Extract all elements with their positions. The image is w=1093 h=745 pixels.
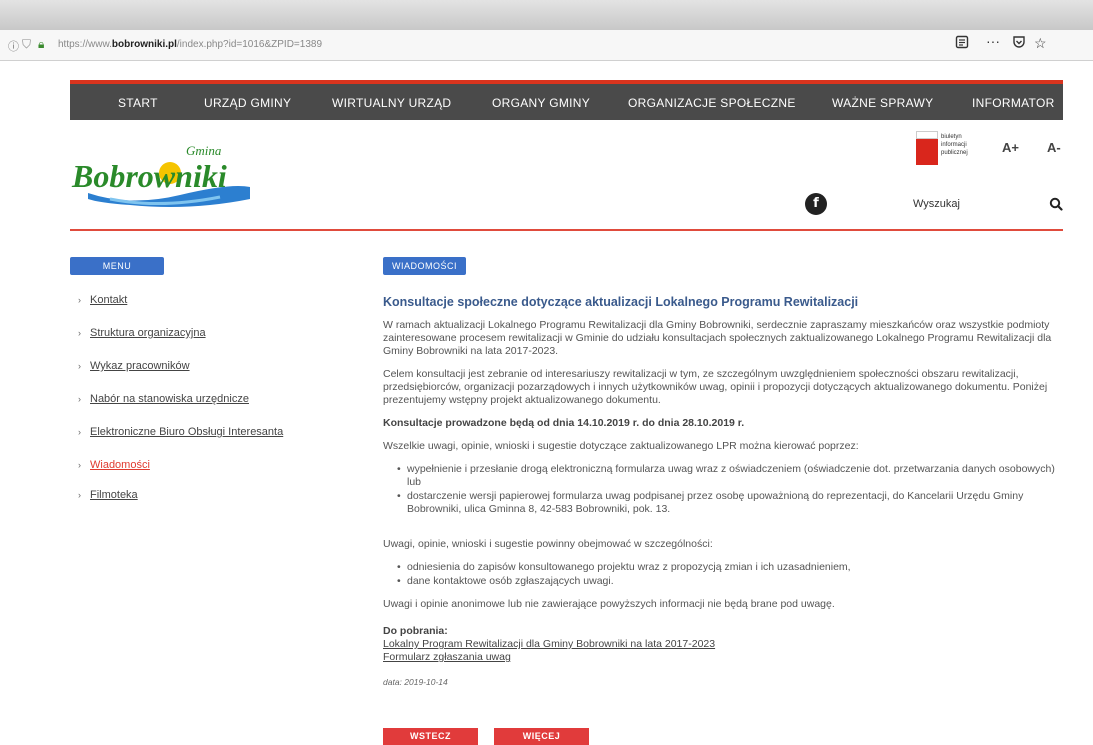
chevron-right-icon: › <box>78 361 81 371</box>
sidebar-item-wykaz-pracownikow[interactable]: › Wykaz pracowników <box>78 360 190 372</box>
search-input[interactable]: Wyszukaj <box>913 198 960 210</box>
facebook-icon[interactable]: f <box>805 193 827 215</box>
list-item: dane kontaktowe osób zgłaszających uwagi… <box>397 575 1063 588</box>
sidebar-item-struktura[interactable]: › Struktura organizacyjna <box>78 327 206 339</box>
bip-badge[interactable]: biuletyn informacji publicznej <box>916 131 978 167</box>
search-icon[interactable] <box>1049 197 1063 211</box>
list-item: wypełnienie i przesłanie drogą elektroni… <box>397 463 1063 489</box>
sidebar-item-kontakt[interactable]: › Kontakt <box>78 294 127 306</box>
logo-name: Bobrowniki <box>71 158 227 194</box>
nav-item-start[interactable]: START <box>118 96 158 110</box>
chevron-right-icon: › <box>78 295 81 305</box>
sidebar-item-nabor[interactable]: › Nabór na stanowiska urzędnicze <box>78 393 249 405</box>
article-paragraph: Uwagi i opinie anonimowe lub nie zawiera… <box>383 598 835 610</box>
tracking-shield-icon[interactable]: ⛉ <box>22 37 31 52</box>
list-item: odniesienia do zapisów konsultowanego pr… <box>397 561 1063 574</box>
page-actions-icon[interactable]: ··· <box>986 33 1000 49</box>
article-title: Konsultacje społeczne dotyczące aktualiz… <box>383 295 859 309</box>
sidebar-item-ebo[interactable]: › Elektroniczne Biuro Obsługi Interesanta <box>78 426 283 438</box>
list-item: dostarczenie wersji papierowej formularz… <box>397 490 1063 516</box>
lock-icon[interactable]: 🔒︎ <box>38 37 44 52</box>
article-paragraph: Uwagi, opinie, wnioski i sugestie powinn… <box>383 538 713 550</box>
chevron-right-icon: › <box>78 328 81 338</box>
download-link-form[interactable]: Formularz zgłaszania uwag <box>383 651 1063 664</box>
article-paragraph: W ramach aktualizacji Lokalnego Programu… <box>383 319 1052 357</box>
sidebar-item-wiadomosci[interactable]: › Wiadomości <box>78 459 150 471</box>
article-paragraph: Celem konsultacji jest zebranie od inter… <box>383 368 1048 406</box>
site-logo[interactable]: Bobrowniki Gmina <box>70 135 260 210</box>
nav-item-organizacje-spoleczne[interactable]: ORGANIZACJE SPOŁECZNE <box>628 96 796 110</box>
pocket-icon[interactable] <box>1012 35 1026 52</box>
sidebar-item-filmoteka[interactable]: › Filmoteka <box>78 489 138 501</box>
info-icon[interactable]: ⓘ <box>8 38 19 54</box>
nav-item-wirtualny-urzad[interactable]: WIRTUALNY URZĄD <box>332 96 451 110</box>
sidebar-menu-header: MENU <box>70 257 164 275</box>
browser-top-strip <box>0 0 1093 30</box>
address-bar[interactable]: ⓘ ⛉ 🔒︎ https://www.bobrowniki.pl/index.p… <box>0 30 1093 61</box>
reader-view-icon[interactable] <box>955 35 969 52</box>
download-link-lpr[interactable]: Lokalny Program Rewitalizacji dla Gminy … <box>383 638 1063 651</box>
nav-item-organy-gminy[interactable]: ORGANY GMINY <box>492 96 590 110</box>
bip-flag-icon <box>916 131 938 165</box>
nav-item-wazne-sprawy[interactable]: WAŻNE SPRAWY <box>832 96 933 110</box>
chevron-right-icon: › <box>78 490 81 500</box>
chevron-right-icon: › <box>78 394 81 404</box>
more-button[interactable]: WIĘCEJ <box>494 728 589 745</box>
logo-script: Gmina <box>186 143 222 158</box>
bookmark-star-icon[interactable]: ☆ <box>1034 35 1047 52</box>
requirements-list: odniesienia do zapisów konsultowanego pr… <box>383 561 1063 588</box>
article-paragraph: Wszelkie uwagi, opinie, wnioski i sugest… <box>383 440 859 452</box>
chevron-right-icon: › <box>78 427 81 437</box>
category-tag[interactable]: WIADOMOŚCI <box>383 257 466 275</box>
search-box[interactable]: Wyszukaj <box>913 196 1063 214</box>
consultation-dates: Konsultacje prowadzone będą od dnia 14.1… <box>383 417 745 429</box>
url-text[interactable]: https://www.bobrowniki.pl/index.php?id=1… <box>58 39 322 50</box>
bip-text: biuletyn informacji publicznej <box>941 134 968 156</box>
font-decrease-button[interactable]: A- <box>1047 140 1061 155</box>
nav-item-urzad-gminy[interactable]: URZĄD GMINY <box>204 96 291 110</box>
article-date: data: 2019-10-14 <box>383 677 448 687</box>
nav-item-informator[interactable]: INFORMATOR <box>972 96 1055 110</box>
header-divider <box>70 229 1063 231</box>
main-navigation: START URZĄD GMINY WIRTUALNY URZĄD ORGANY… <box>70 80 1063 120</box>
article: Konsultacje społeczne dotyczące aktualiz… <box>383 294 1063 689</box>
chevron-right-icon: › <box>78 460 81 470</box>
downloads-label: Do pobrania: <box>383 625 448 637</box>
submission-methods-list: wypełnienie i przesłanie drogą elektroni… <box>383 463 1063 516</box>
font-increase-button[interactable]: A+ <box>1002 140 1019 155</box>
back-button[interactable]: WSTECZ <box>383 728 478 745</box>
